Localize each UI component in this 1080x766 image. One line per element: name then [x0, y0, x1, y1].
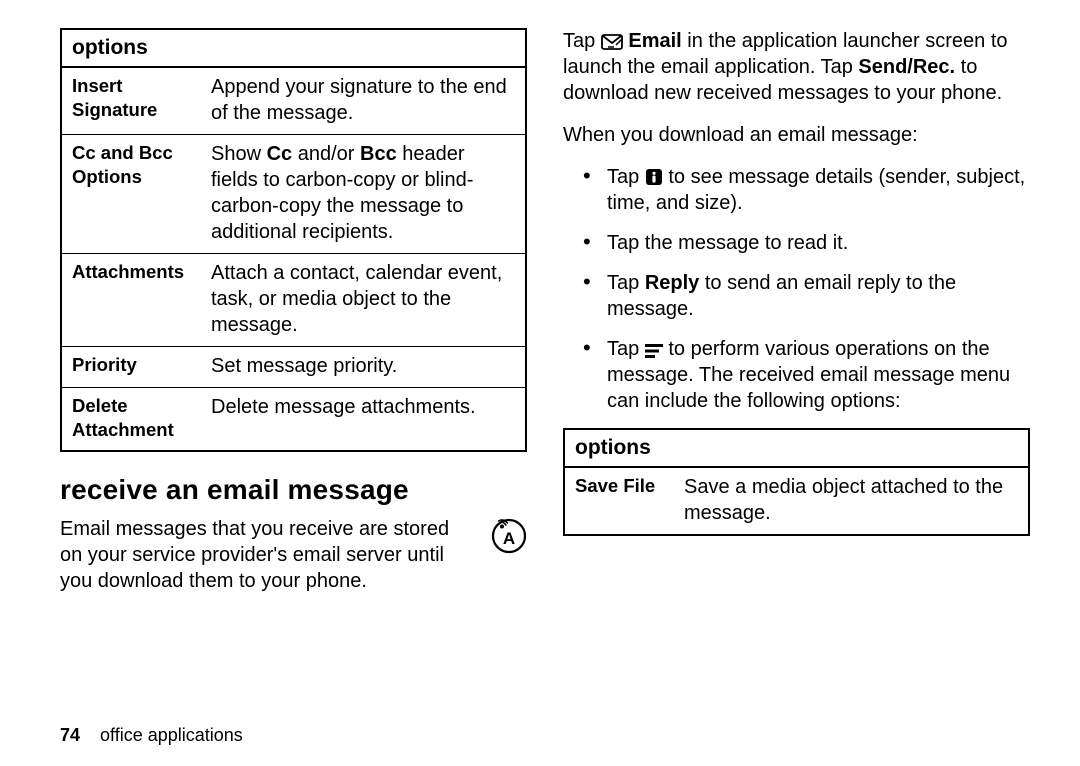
manual-page: options Insert Signature Append your sig…: [0, 0, 1080, 766]
menu-icon: [645, 344, 663, 358]
table-row: Insert Signature Append your signature t…: [61, 67, 526, 135]
list-item: Tap the message to read it.: [583, 230, 1030, 256]
table-header-row: options: [61, 29, 526, 67]
two-column-layout: options Insert Signature Append your sig…: [60, 28, 1030, 717]
table-row: Delete Attachment Delete message attachm…: [61, 388, 526, 452]
table-header: options: [61, 29, 526, 67]
option-label: Insert Signature: [61, 67, 201, 135]
list-item: Tap to see message details (sender, subj…: [583, 164, 1030, 216]
option-label: Cc and Bcc Options: [61, 135, 201, 254]
table-row: Cc and Bcc Options Show Cc and/or Bcc he…: [61, 135, 526, 254]
compose-options-table: options Insert Signature Append your sig…: [60, 28, 527, 452]
option-description: Delete message attachments.: [201, 388, 526, 452]
footer-section-name: office applications: [100, 725, 243, 745]
tap-email-paragraph: Tap Email in the application launcher sc…: [563, 28, 1030, 106]
table-header: options: [564, 429, 1029, 467]
info-icon: [645, 168, 663, 186]
right-column: Tap Email in the application launcher sc…: [563, 28, 1030, 717]
option-description: Append your signature to the end of the …: [201, 67, 526, 135]
download-intro-line: When you download an email message:: [563, 122, 1030, 148]
list-item: Tap to perform various operations on the…: [583, 336, 1030, 414]
section-heading: receive an email message: [60, 474, 527, 506]
received-options-table: options Save File Save a media object at…: [563, 428, 1030, 536]
option-description: Save a media object attached to the mess…: [674, 467, 1029, 535]
option-label: Delete Attachment: [61, 388, 201, 452]
option-label: Save File: [564, 467, 674, 535]
network-required-icon: A: [491, 518, 527, 559]
left-column: options Insert Signature Append your sig…: [60, 28, 527, 717]
table-row: Priority Set message priority.: [61, 347, 526, 388]
svg-text:A: A: [503, 529, 515, 548]
table-row: Attachments Attach a contact, calendar e…: [61, 254, 526, 347]
option-label: Priority: [61, 347, 201, 388]
option-description: Set message priority.: [201, 347, 526, 388]
intro-block: Email messages that you receive are stor…: [60, 516, 527, 610]
table-header-row: options: [564, 429, 1029, 467]
list-item: Tap Reply to send an email reply to the …: [583, 270, 1030, 322]
option-description: Show Cc and/or Bcc header fields to carb…: [201, 135, 526, 254]
option-label: Attachments: [61, 254, 201, 347]
table-row: Save File Save a media object attached t…: [564, 467, 1029, 535]
email-icon: [601, 34, 623, 50]
page-number: 74: [60, 725, 80, 745]
bullet-list: Tap to see message details (sender, subj…: [583, 164, 1030, 414]
intro-paragraph: Email messages that you receive are stor…: [60, 516, 471, 594]
page-footer: 74 office applications: [60, 725, 1030, 746]
option-description: Attach a contact, calendar event, task, …: [201, 254, 526, 347]
